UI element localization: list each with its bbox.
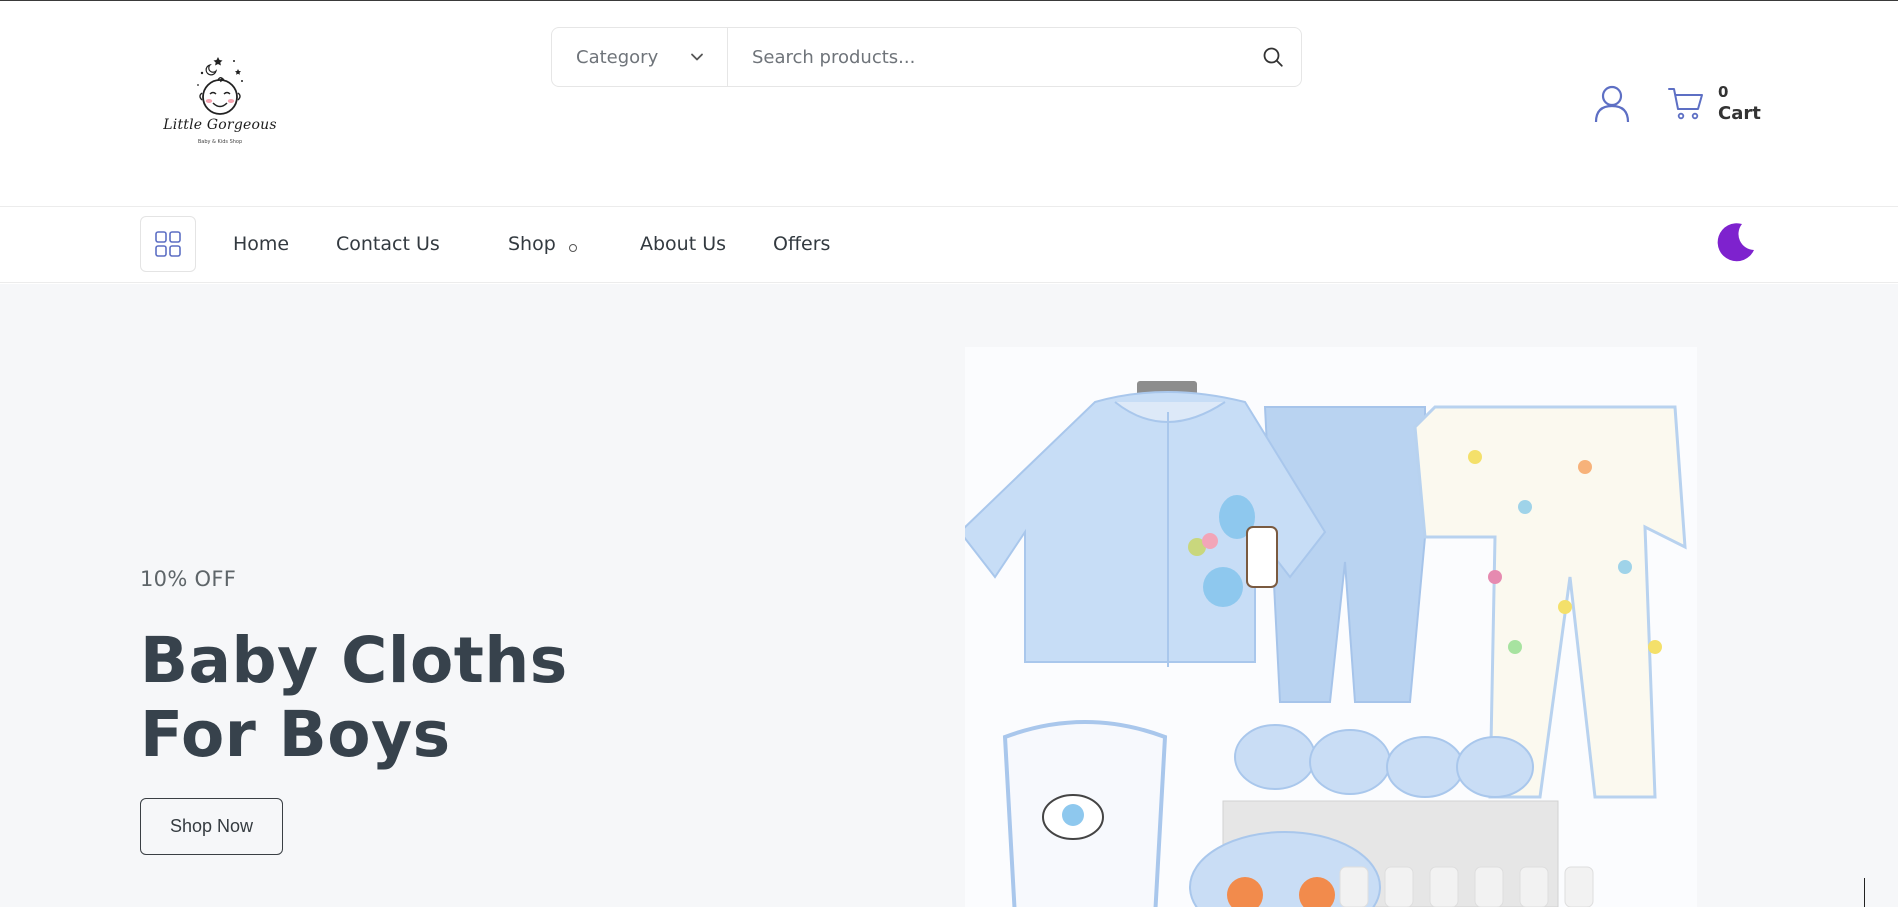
hero-title: Baby Cloths For Boys [140, 624, 568, 771]
theme-toggle[interactable] [1714, 220, 1756, 262]
cart-button[interactable]: 0 Cart [1668, 81, 1768, 131]
nav-about-us[interactable]: About Us [640, 233, 726, 255]
site-header: Little Gorgeous Baby & Kids Shop Categor… [0, 1, 1898, 207]
text-cursor [1864, 878, 1865, 907]
nav-shop[interactable]: Shop [508, 233, 556, 255]
brand-name: Little Gorgeous [163, 117, 277, 133]
nav-offers[interactable]: Offers [773, 233, 830, 255]
main-nav: Home Contact Us Shop About Us Offers [0, 207, 1898, 283]
search-input[interactable] [728, 28, 1245, 86]
baby-face-logo-icon [197, 57, 243, 115]
brand-tagline: Baby & Kids Shop [197, 139, 243, 145]
baby-clothes-set-image [965, 347, 1697, 907]
user-icon [1594, 85, 1630, 123]
nav-home[interactable]: Home [233, 233, 289, 255]
moon-icon [1717, 223, 1754, 262]
search-bar: Category [551, 27, 1302, 87]
cart-icon [1668, 88, 1703, 120]
shop-now-button[interactable]: Shop Now [140, 798, 283, 855]
nav-contact-us[interactable]: Contact Us [336, 233, 440, 255]
grid-icon [155, 231, 181, 257]
account-button[interactable] [1594, 85, 1630, 123]
hero-banner: 10% OFF Baby Cloths For Boys Shop Now [0, 284, 1898, 907]
shop-dropdown-indicator-icon [569, 244, 577, 252]
cart-label: Cart [1718, 103, 1761, 124]
category-dropdown[interactable]: Category [552, 28, 728, 86]
categories-menu-button[interactable] [140, 216, 196, 272]
category-label: Category [576, 46, 659, 68]
search-icon [1263, 47, 1283, 67]
chevron-down-icon [691, 53, 703, 61]
brand-logo[interactable]: Little Gorgeous Baby & Kids Shop [160, 53, 280, 153]
search-button[interactable] [1245, 28, 1301, 86]
hero-offer-label: 10% OFF [140, 567, 237, 591]
cart-count: 0 [1718, 83, 1729, 101]
hero-product-image [965, 347, 1697, 907]
